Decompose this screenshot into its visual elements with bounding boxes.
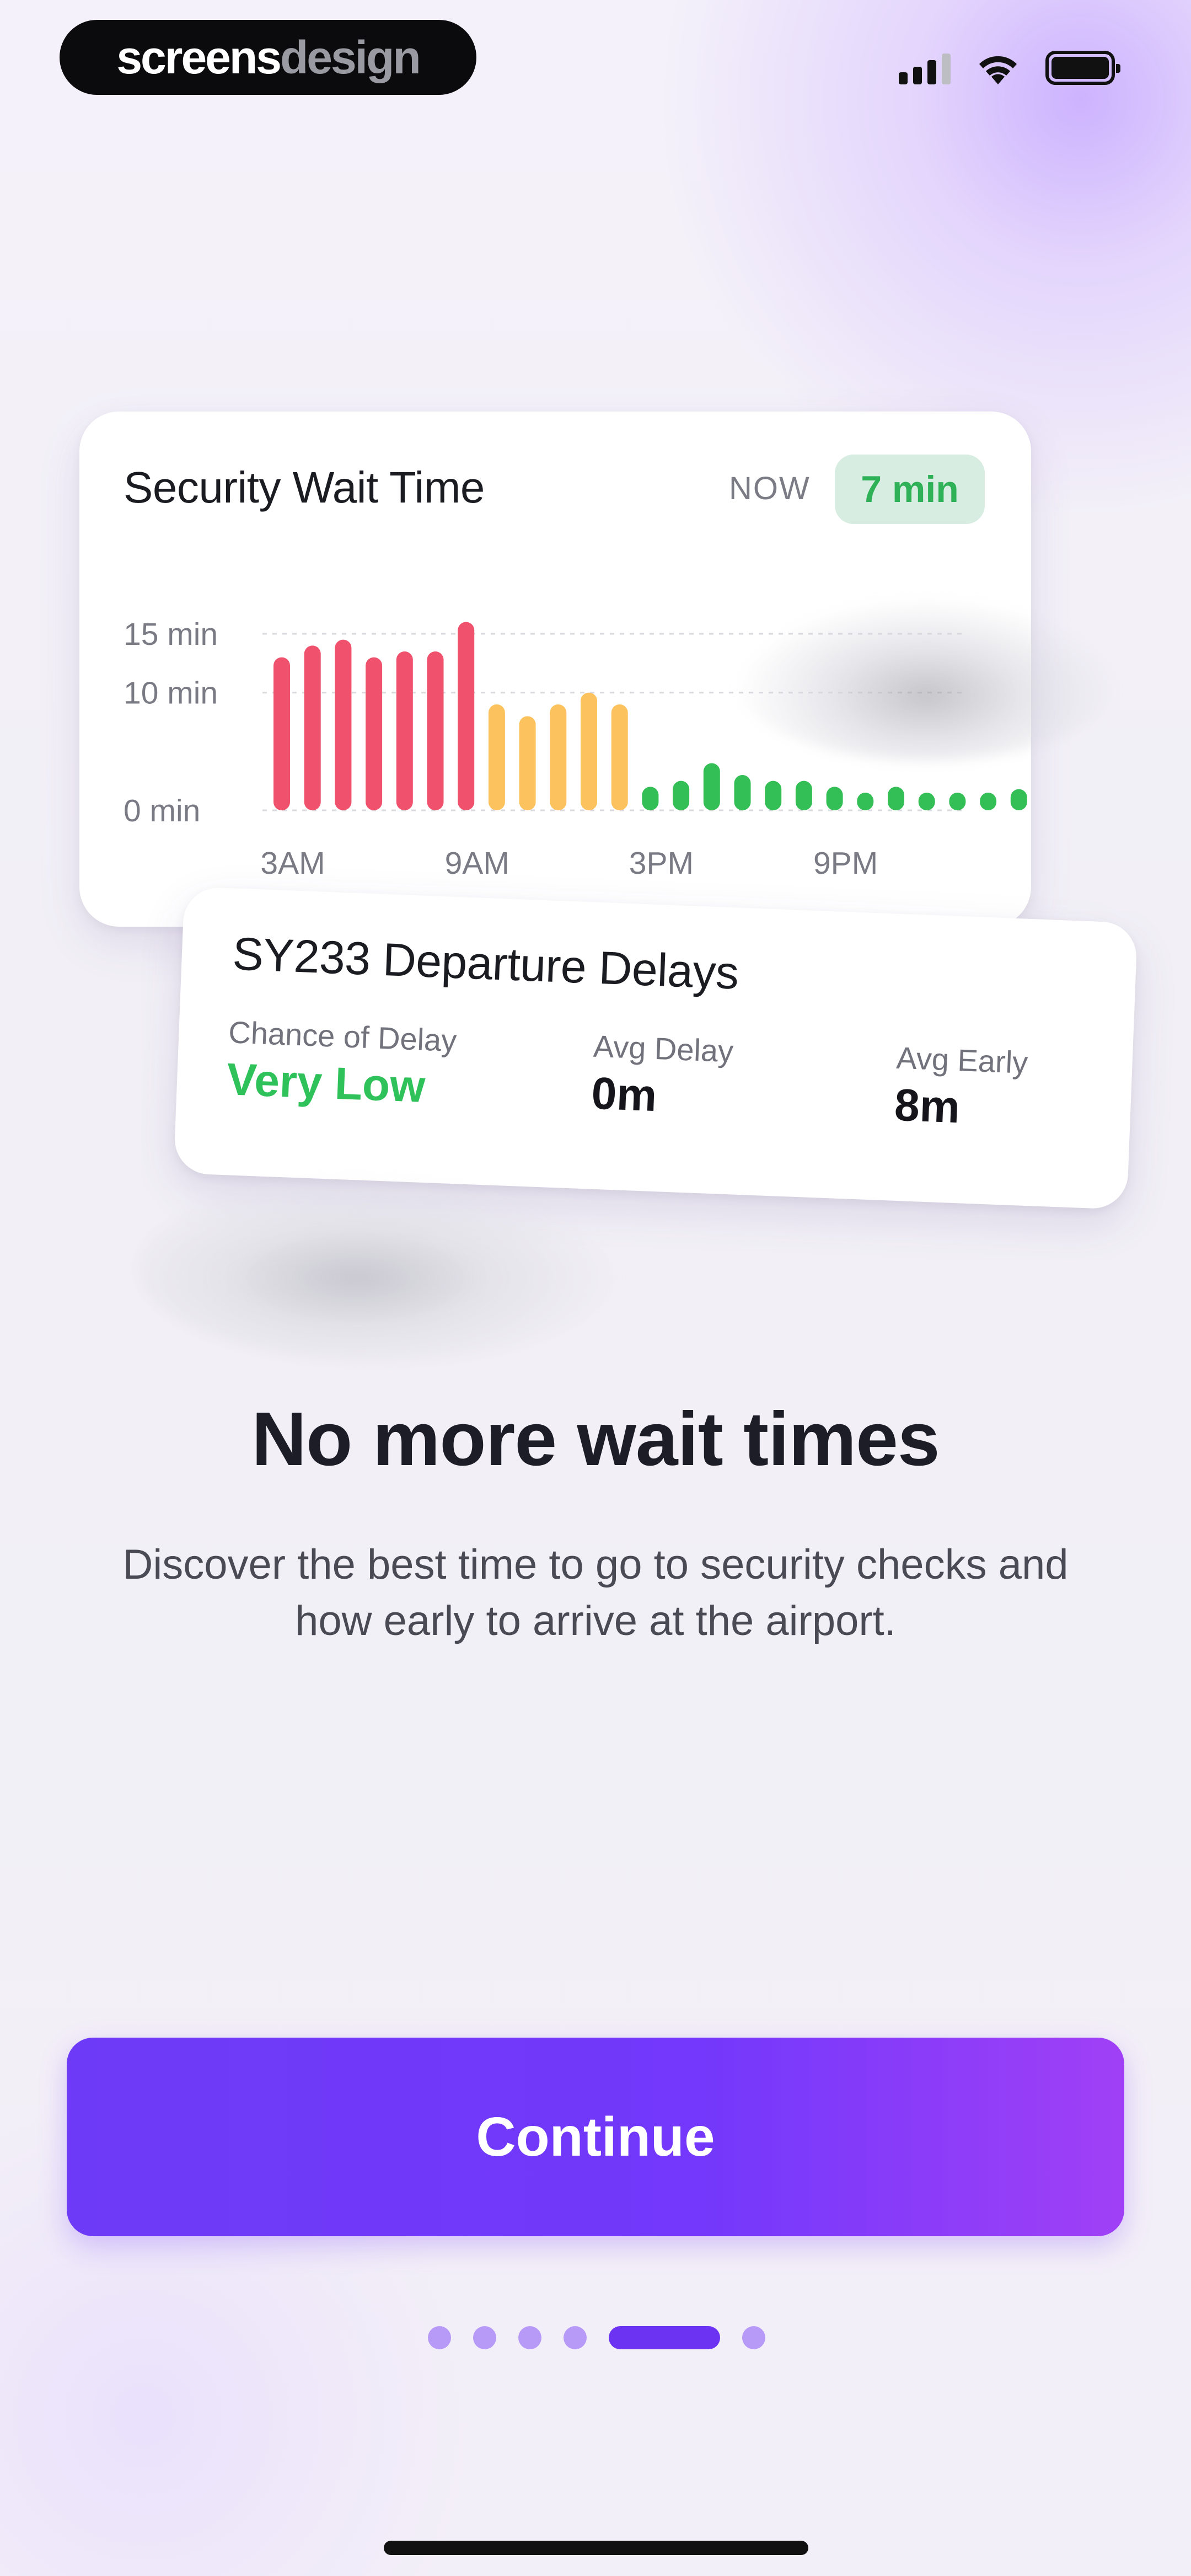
page-dot-active[interactable] xyxy=(609,2326,720,2349)
status-bar xyxy=(899,49,1120,87)
wait-bar xyxy=(703,763,720,810)
page-dot[interactable] xyxy=(564,2326,587,2349)
wait-bar xyxy=(581,692,597,810)
chance-of-delay-value: Very Low xyxy=(226,1054,426,1112)
wait-bar xyxy=(642,787,659,810)
delay-card-title: SY233 Departure Delays xyxy=(232,927,740,999)
wait-bar xyxy=(949,793,966,810)
avg-early-label: Avg Early xyxy=(895,1040,1029,1080)
wait-bar xyxy=(550,704,567,810)
battery-icon xyxy=(1045,51,1120,85)
avg-early-value: 8m xyxy=(893,1079,961,1133)
page-description: Discover the best time to go to security… xyxy=(72,1537,1119,1649)
y-tick-label: 0 min xyxy=(124,793,200,829)
wait-bar xyxy=(980,793,997,810)
wait-bar xyxy=(611,704,628,810)
page-indicator[interactable] xyxy=(428,2326,765,2350)
departure-delays-card: SY233 Departure Delays Chance of Delay V… xyxy=(173,886,1138,1210)
continue-button[interactable]: Continue xyxy=(67,2038,1124,2236)
page-description-line1: Discover the best time to go to security… xyxy=(122,1541,1069,1588)
wait-bar xyxy=(673,781,690,810)
wifi-icon xyxy=(979,56,1017,84)
x-tick-label: 3PM xyxy=(629,846,694,881)
wait-bar xyxy=(826,787,843,810)
page-dot[interactable] xyxy=(428,2326,451,2349)
wait-bar xyxy=(734,775,751,810)
avg-delay-label: Avg Delay xyxy=(592,1028,734,1069)
brand-logo-part2: design xyxy=(280,31,421,83)
wait-bar xyxy=(888,787,904,810)
y-tick-label: 15 min xyxy=(124,617,218,652)
home-indicator[interactable] xyxy=(384,2541,808,2555)
page-description-line2: how early to arrive at the airport. xyxy=(295,1597,896,1644)
page-dot[interactable] xyxy=(518,2326,541,2349)
wait-bar xyxy=(918,793,935,810)
wait-bar xyxy=(458,622,475,810)
cloud-decoration-left xyxy=(138,1175,623,1362)
cloud-decoration-right xyxy=(733,596,1119,761)
wait-bar xyxy=(1010,789,1027,810)
page-dot[interactable] xyxy=(742,2326,765,2349)
brand-logo: screens design xyxy=(60,20,476,95)
wait-bar xyxy=(488,704,505,810)
wait-bar xyxy=(427,651,444,810)
wait-bar xyxy=(765,781,782,810)
page-title: No more wait times xyxy=(251,1397,940,1482)
wait-bar xyxy=(519,716,536,810)
wait-bar xyxy=(795,781,812,810)
chance-of-delay-label: Chance of Delay xyxy=(228,1014,458,1059)
y-tick-label: 10 min xyxy=(124,676,218,711)
x-tick-label: 3AM xyxy=(260,846,325,881)
cellular-signal-icon xyxy=(899,51,951,84)
page-dot[interactable] xyxy=(473,2326,496,2349)
wait-bar xyxy=(857,793,874,810)
avg-delay-value: 0m xyxy=(591,1068,658,1121)
wait-bar xyxy=(366,657,383,810)
brand-logo-part1: screens xyxy=(116,31,282,83)
wait-bar xyxy=(273,657,290,810)
x-tick-label: 9AM xyxy=(445,846,509,881)
wait-bar xyxy=(396,651,413,810)
x-tick-label: 9PM xyxy=(813,846,878,881)
wait-bar xyxy=(335,639,352,810)
wait-bar xyxy=(304,645,321,810)
